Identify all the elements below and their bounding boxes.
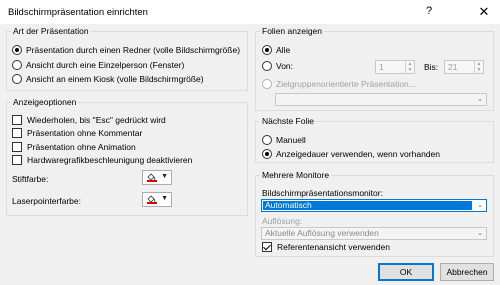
von-stepper[interactable]: 1 ▲ ▼: [375, 60, 415, 74]
radio-label: Ansicht an einem Kiosk (volle Bildschirm…: [26, 74, 204, 84]
help-button[interactable]: ?: [426, 5, 432, 17]
laserpointerfarbe-label: Laserpointerfarbe:: [12, 196, 81, 206]
cancel-button[interactable]: Abbrechen: [440, 263, 494, 281]
bis-value: 21: [448, 62, 458, 72]
radio-label: Alle: [276, 45, 291, 55]
radio-zielgruppen[interactable]: Zielgruppenorientierte Präsentation...: [262, 79, 416, 89]
monitor-label: Bildschirmpräsentationsmonitor:: [262, 188, 383, 198]
checkbox-indicator[interactable]: [12, 155, 22, 165]
radio-indicator[interactable]: [12, 45, 22, 55]
checkbox-referentenansicht[interactable]: Referentenansicht verwenden: [262, 242, 390, 252]
bis-label: Bis:: [424, 62, 439, 72]
aufloesung-label-row: Auflösung:: [262, 216, 302, 226]
close-button[interactable]: ✕: [474, 2, 494, 22]
chevron-down-icon: ⌄: [477, 230, 483, 237]
checkbox-label: Hardwaregrafikbeschleunigung deaktiviere…: [27, 155, 193, 165]
ok-button[interactable]: OK: [378, 263, 434, 281]
monitor-selected-value: Automatisch: [263, 201, 472, 210]
group-legend: Folien anzeigen: [260, 26, 325, 36]
radio-label: Anzeigedauer verwenden, wenn vorhanden: [276, 149, 440, 159]
radio-manuell[interactable]: Manuell: [262, 135, 306, 145]
laser-color-swatch: [147, 202, 157, 204]
radio-label: Ansicht durch eine Einzelperson (Fenster…: [26, 60, 185, 70]
radio-indicator[interactable]: [262, 45, 272, 55]
radio-indicator[interactable]: [262, 135, 272, 145]
checkbox-ohne-kommentar[interactable]: Präsentation ohne Kommentar: [12, 128, 142, 138]
aufloesung-dropdown[interactable]: Aktuelle Auflösung verwenden ⌄: [261, 227, 487, 240]
radio-label: Manuell: [276, 135, 306, 145]
spin-arrows-icon[interactable]: ▲ ▼: [474, 61, 483, 73]
bis-stepper[interactable]: 21 ▲ ▼: [444, 60, 484, 74]
checkbox-indicator[interactable]: [12, 128, 22, 138]
chevron-down-icon: ⌄: [477, 96, 483, 103]
radio-label: Von:: [276, 61, 294, 71]
radio-indicator[interactable]: [262, 61, 272, 71]
group-legend: Art der Präsentation: [11, 26, 91, 36]
radio-redner[interactable]: Präsentation durch einen Redner (volle B…: [12, 45, 240, 55]
checkbox-label: Wiederholen, bis "Esc" gedrückt wird: [27, 115, 166, 125]
checkbox-indicator[interactable]: [12, 142, 22, 152]
checkbox-wiederholen[interactable]: Wiederholen, bis "Esc" gedrückt wird: [12, 115, 166, 125]
aufloesung-value: Aktuelle Auflösung verwenden: [265, 228, 379, 238]
checkbox-ohne-animation[interactable]: Präsentation ohne Animation: [12, 142, 136, 152]
bis-label-row: Bis:: [424, 62, 438, 72]
group-legend: Mehrere Monitore: [260, 170, 332, 180]
window-title: Bildschirmpräsentation einrichten: [8, 7, 148, 18]
monitor-label-row: Bildschirmpräsentationsmonitor:: [262, 188, 383, 198]
checkbox-label: Präsentation ohne Animation: [27, 142, 136, 152]
chevron-down-icon: ▼: [161, 195, 168, 202]
laser-color-button[interactable]: ▼: [142, 192, 172, 207]
radio-kiosk[interactable]: Ansicht an einem Kiosk (volle Bildschirm…: [12, 74, 204, 84]
radio-anzeigedauer[interactable]: Anzeigedauer verwenden, wenn vorhanden: [262, 149, 440, 159]
pen-color-swatch: [147, 180, 157, 182]
zielgruppen-dropdown[interactable]: ⌄: [275, 93, 487, 106]
radio-label: Zielgruppenorientierte Präsentation...: [276, 79, 416, 89]
checkbox-indicator[interactable]: [262, 242, 272, 252]
radio-indicator[interactable]: [262, 79, 272, 89]
radio-label: Präsentation durch einen Redner (volle B…: [26, 45, 241, 55]
title-bar: Bildschirmpräsentation einrichten ? ✕: [0, 0, 500, 24]
radio-alle[interactable]: Alle: [262, 45, 290, 55]
group-legend: Anzeigeoptionen: [11, 97, 79, 107]
radio-indicator[interactable]: [12, 60, 22, 70]
radio-von[interactable]: Von:: [262, 61, 293, 71]
monitor-dropdown[interactable]: Automatisch ⌄: [261, 199, 487, 212]
von-value: 1: [379, 62, 384, 72]
radio-einzelperson[interactable]: Ansicht durch eine Einzelperson (Fenster…: [12, 60, 184, 70]
checkbox-label: Referentenansicht verwenden: [277, 242, 390, 252]
stiftfarbe-label: Stiftfarbe:: [12, 174, 49, 184]
group-legend: Nächste Folie: [260, 116, 316, 126]
pen-color-button[interactable]: ▼: [142, 170, 172, 185]
checkbox-hardware[interactable]: Hardwaregrafikbeschleunigung deaktiviere…: [12, 155, 192, 165]
stiftfarbe-row: Stiftfarbe:: [12, 174, 48, 184]
spin-arrows-icon[interactable]: ▲ ▼: [405, 61, 414, 73]
radio-indicator[interactable]: [262, 149, 272, 159]
checkbox-label: Präsentation ohne Kommentar: [27, 128, 143, 138]
chevron-down-icon: ▼: [161, 173, 168, 180]
aufloesung-label: Auflösung:: [262, 216, 303, 226]
chevron-down-icon: ⌄: [477, 202, 483, 209]
checkbox-indicator[interactable]: [12, 115, 22, 125]
radio-indicator[interactable]: [12, 74, 22, 84]
laserpointerfarbe-row: Laserpointerfarbe:: [12, 196, 81, 206]
